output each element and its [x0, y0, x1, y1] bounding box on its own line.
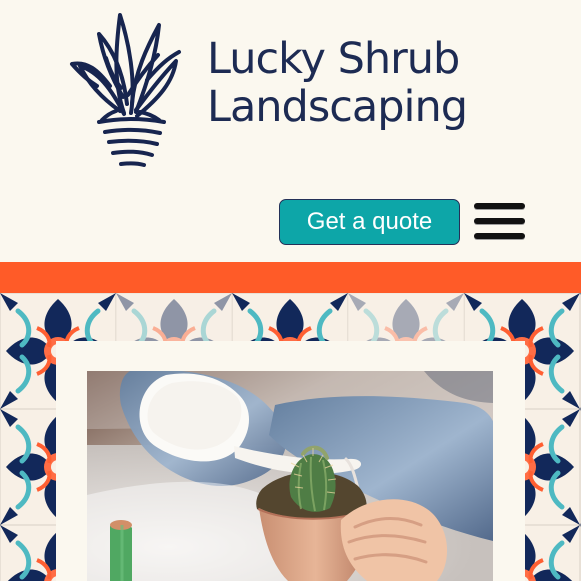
menu-bar-bottom — [474, 233, 525, 239]
site-header: Lucky Shrub Landscaping Get a quote — [0, 0, 581, 262]
hand-watering-cactus-image — [87, 371, 493, 581]
brand-name: Lucky Shrub Landscaping — [207, 35, 487, 131]
hero-photo-cactus-watering — [87, 371, 493, 581]
brand-name-line-2: Landscaping — [207, 82, 468, 132]
menu-bar-top — [474, 203, 525, 209]
hamburger-menu-icon[interactable] — [473, 201, 526, 243]
menu-bar-middle — [474, 218, 525, 224]
brand-name-line-1: Lucky Shrub — [207, 34, 460, 84]
orange-accent-band — [0, 262, 581, 293]
get-a-quote-button[interactable]: Get a quote — [279, 199, 460, 245]
shrub-in-pot-icon — [70, 13, 181, 167]
mobile-homepage: Lucky Shrub Landscaping Get a quote — [0, 0, 581, 581]
